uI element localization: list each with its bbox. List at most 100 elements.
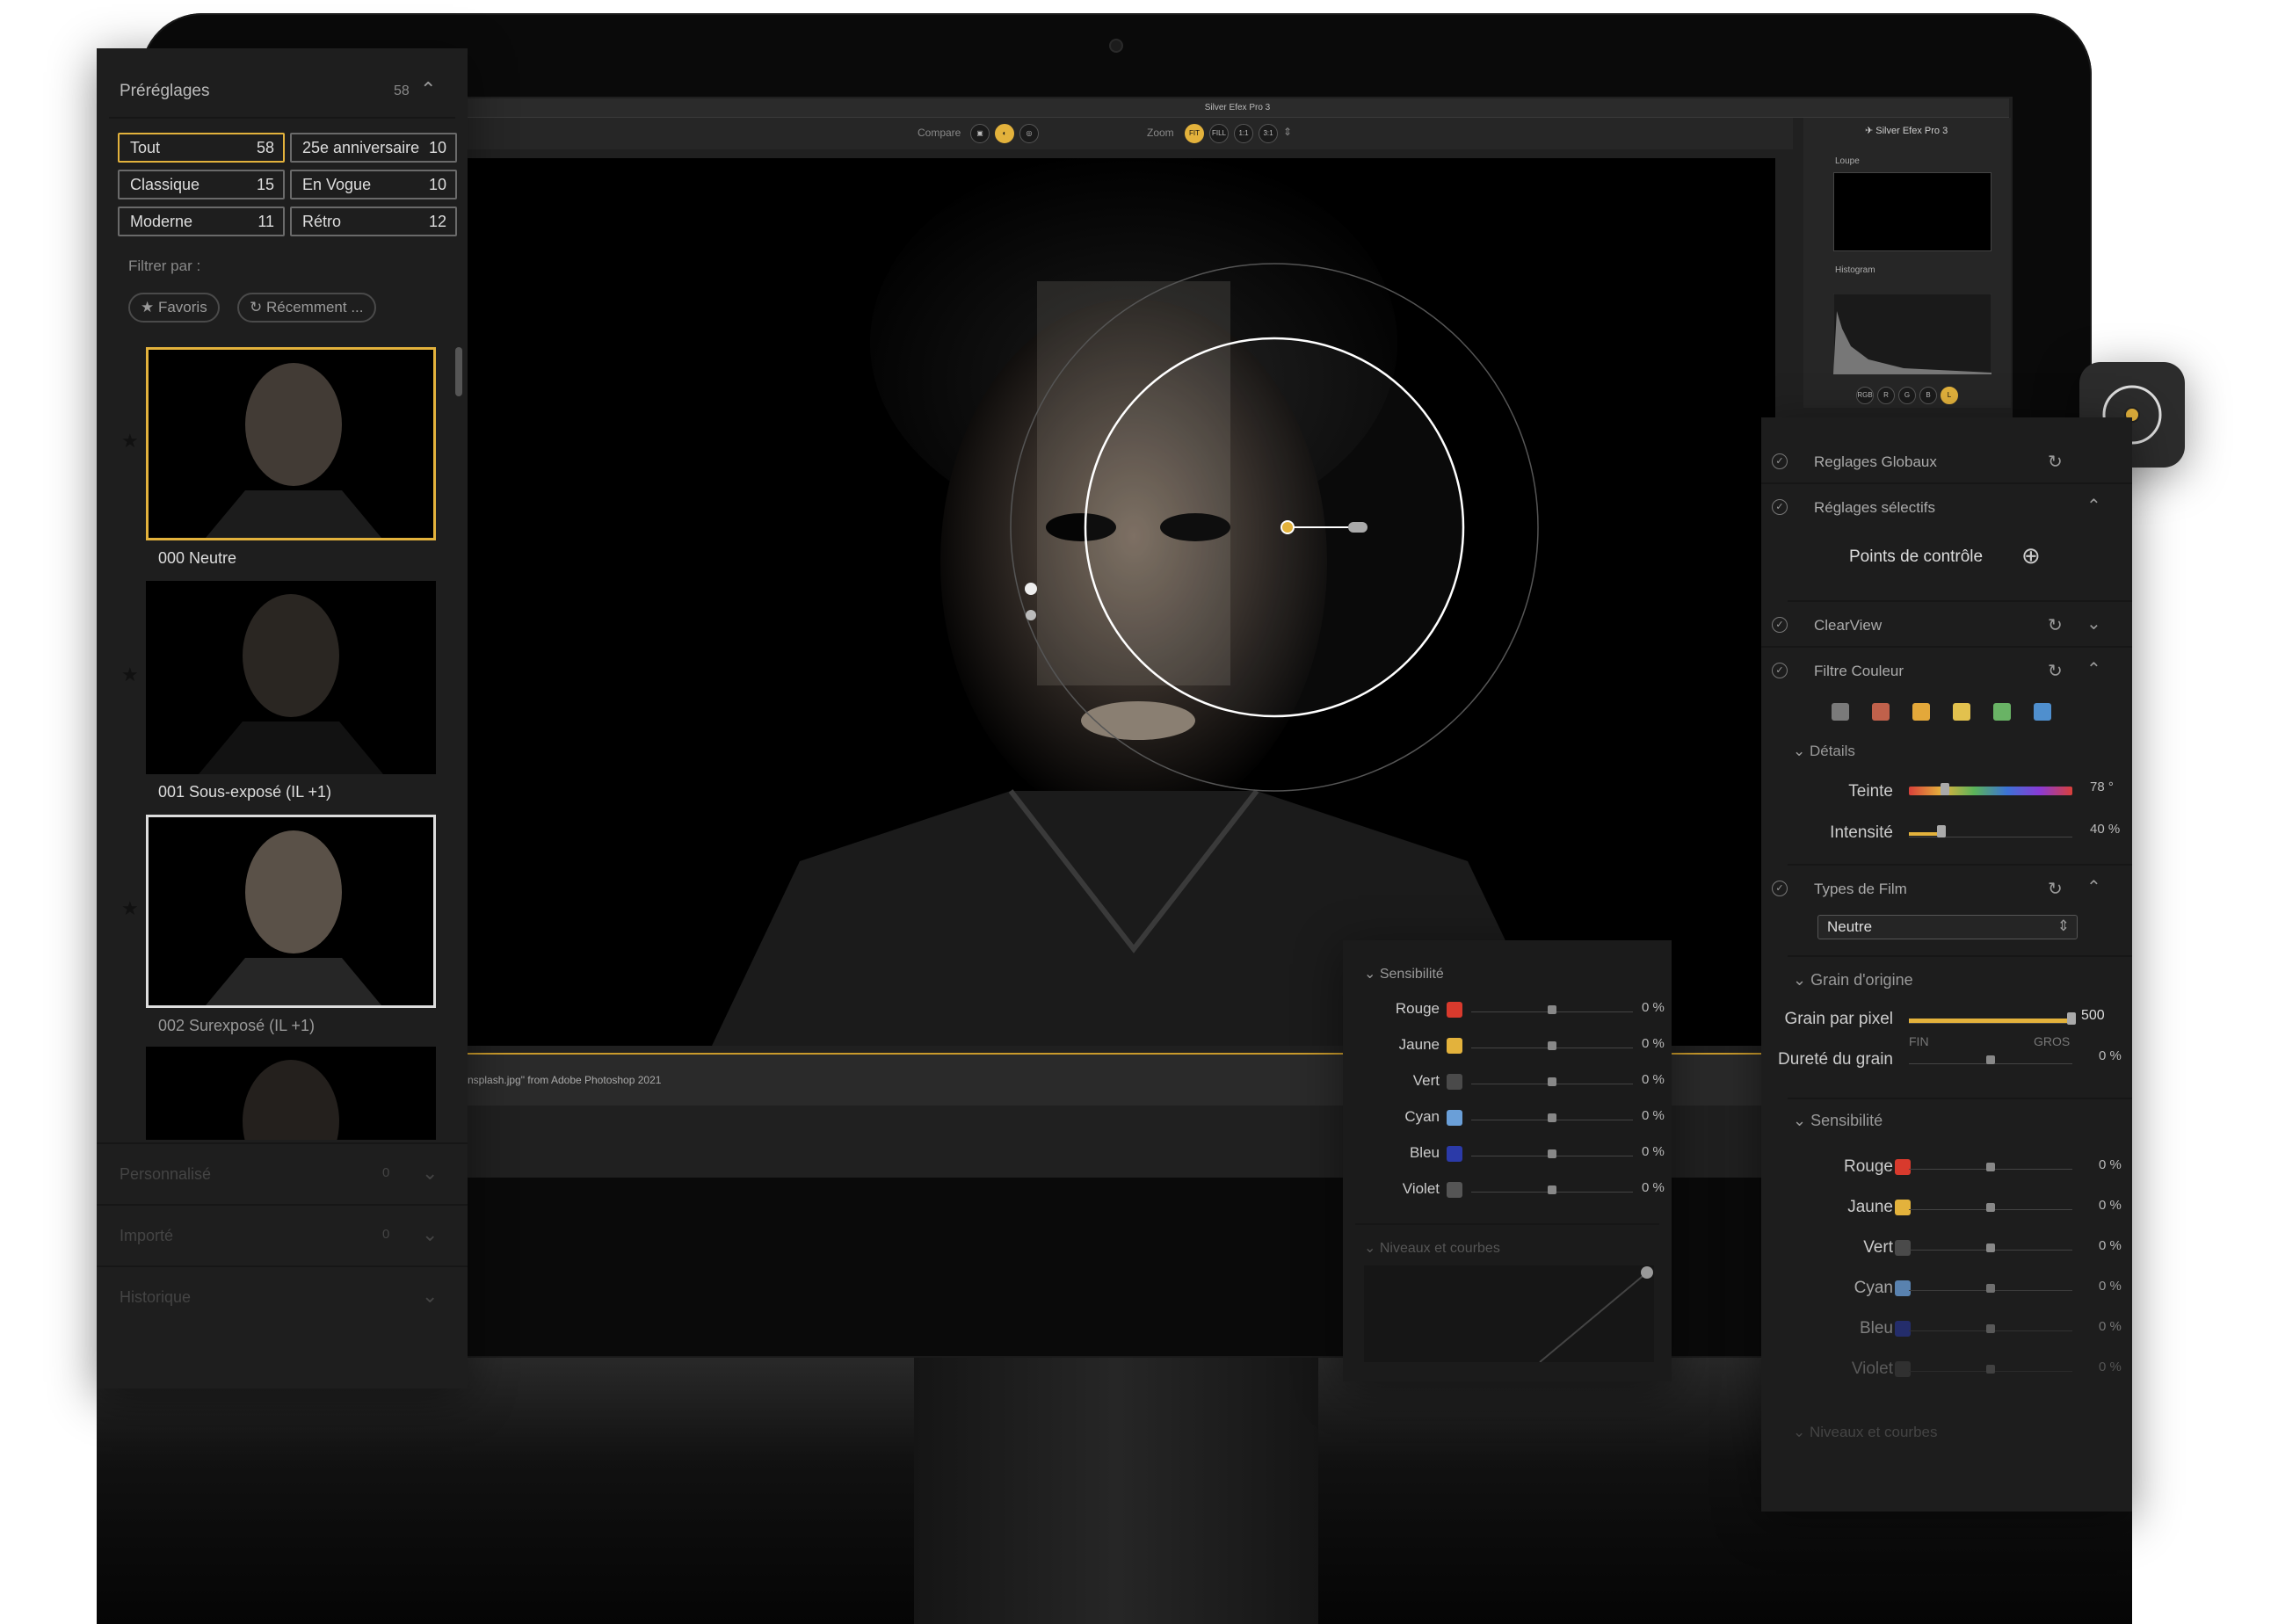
channel-slider[interactable] xyxy=(1471,1184,1633,1194)
collapse-icon[interactable]: ⌃ xyxy=(2086,658,2101,680)
color-filter-swatch[interactable] xyxy=(1993,703,2011,721)
section-clearview[interactable]: ✓ ClearView ↻ ⌄ xyxy=(1761,604,2132,648)
channel-slider[interactable] xyxy=(1909,1363,2072,1374)
compare-original-button[interactable]: ◎ xyxy=(1019,124,1039,143)
histogram-channel-button[interactable]: L xyxy=(1941,387,1958,404)
preset-category[interactable]: En Vogue 10 xyxy=(290,170,457,199)
preset-section[interactable]: Importé 0 ⌄ xyxy=(97,1204,468,1264)
compare-side-button[interactable]: ◐ xyxy=(995,124,1014,143)
color-filter-swatch[interactable] xyxy=(1872,703,1890,721)
film-type-select[interactable]: Neutre ⇕ xyxy=(1817,915,2078,939)
control-point-center[interactable] xyxy=(1280,520,1295,534)
photo-canvas[interactable] xyxy=(466,158,1775,1046)
levels-toggle[interactable]: ⌄ Niveaux et courbes xyxy=(1793,1424,1938,1441)
zoom-fill-button[interactable]: FILL xyxy=(1209,124,1229,143)
levels-panel-toggle[interactable]: ⌄ Niveaux et courbes xyxy=(1364,1239,1500,1257)
tint-slider-knob[interactable] xyxy=(1940,783,1949,795)
channel-slider-knob[interactable] xyxy=(1548,1005,1556,1014)
preset-category[interactable]: Moderne 11 xyxy=(118,207,285,236)
checkbox-icon[interactable]: ✓ xyxy=(1772,453,1788,469)
grain-hardness-slider[interactable] xyxy=(1909,1055,2072,1064)
favorite-star-icon[interactable]: ★ xyxy=(121,430,139,453)
reset-icon[interactable]: ↻ xyxy=(2048,451,2063,473)
zoom-3-1-button[interactable]: 3:1 xyxy=(1259,124,1278,143)
channel-slider[interactable] xyxy=(1909,1242,2072,1252)
channel-slider-knob[interactable] xyxy=(1548,1113,1556,1122)
color-filter-swatch[interactable] xyxy=(1953,703,1970,721)
checkbox-icon[interactable]: ✓ xyxy=(1772,881,1788,896)
zoom-stepper-icon[interactable]: ⇕ xyxy=(1283,126,1292,138)
channel-slider-knob[interactable] xyxy=(1986,1203,1995,1212)
collapse-icon[interactable]: ⌃ xyxy=(2086,876,2101,898)
histogram-channel-button[interactable]: B xyxy=(1919,387,1937,404)
channel-slider[interactable] xyxy=(1471,1076,1633,1086)
add-control-point-icon[interactable]: ⊕ xyxy=(2021,542,2041,569)
checkbox-icon[interactable]: ✓ xyxy=(1772,499,1788,515)
preset-thumbnail[interactable] xyxy=(146,347,436,540)
grain-per-pixel-slider[interactable] xyxy=(1909,1012,2076,1025)
channel-slider-knob[interactable] xyxy=(1548,1077,1556,1086)
channel-slider-knob[interactable] xyxy=(1986,1243,1995,1252)
intensity-slider[interactable] xyxy=(1909,825,2072,837)
collapse-presets-icon[interactable]: ⌃ xyxy=(420,78,436,101)
loupe-view[interactable] xyxy=(1833,172,1991,251)
preset-section[interactable]: Personnalisé 0 ⌄ xyxy=(97,1142,468,1202)
checkbox-icon[interactable]: ✓ xyxy=(1772,663,1788,678)
color-filter-swatch[interactable] xyxy=(1832,703,1849,721)
channel-slider[interactable] xyxy=(1471,1040,1633,1050)
channel-slider[interactable] xyxy=(1909,1161,2072,1171)
expand-icon[interactable]: ⌄ xyxy=(2086,613,2101,634)
sensitivity-toggle[interactable]: ⌄ Sensibilité xyxy=(1793,1112,1883,1130)
histogram-channel-button[interactable]: G xyxy=(1898,387,1916,404)
channel-slider[interactable] xyxy=(1471,1004,1633,1014)
checkbox-icon[interactable]: ✓ xyxy=(1772,617,1788,633)
grain-slider-knob[interactable] xyxy=(2067,1012,2076,1025)
filter-recent[interactable]: ↻ Récemment ... xyxy=(237,293,376,323)
zoom-1-1-button[interactable]: 1:1 xyxy=(1234,124,1253,143)
preset-category[interactable]: 25e anniversaire 10 xyxy=(290,133,457,163)
control-point-circle[interactable] xyxy=(1084,337,1465,718)
grain-toggle[interactable]: ⌄ Grain d'origine xyxy=(1793,971,1913,990)
channel-slider-knob[interactable] xyxy=(1548,1185,1556,1194)
control-point-marker[interactable] xyxy=(1026,610,1036,620)
collapse-icon[interactable]: ⌃ xyxy=(2086,495,2101,517)
channel-slider[interactable] xyxy=(1909,1323,2072,1333)
favorite-star-icon[interactable]: ★ xyxy=(121,897,139,920)
intensity-slider-knob[interactable] xyxy=(1937,825,1947,837)
channel-slider[interactable] xyxy=(1471,1148,1633,1158)
reset-icon[interactable]: ↻ xyxy=(2048,878,2063,900)
channel-slider-knob[interactable] xyxy=(1548,1149,1556,1158)
section-selective[interactable]: ✓ Réglages sélectifs ⌃ xyxy=(1761,486,2132,530)
preset-category[interactable]: Tout 58 xyxy=(118,133,285,163)
preset-thumbnail[interactable] xyxy=(146,581,436,774)
channel-slider[interactable] xyxy=(1909,1282,2072,1293)
curves-chart[interactable] xyxy=(1364,1265,1654,1362)
channel-slider[interactable] xyxy=(1909,1201,2072,1212)
reset-icon[interactable]: ↻ xyxy=(2048,660,2063,682)
reset-icon[interactable]: ↻ xyxy=(2048,614,2063,636)
favorite-star-icon[interactable]: ★ xyxy=(121,663,139,686)
channel-slider-knob[interactable] xyxy=(1986,1163,1995,1171)
zoom-fit-button[interactable]: FIT xyxy=(1185,124,1204,143)
preset-category[interactable]: Rétro 12 xyxy=(290,207,457,236)
channel-slider-knob[interactable] xyxy=(1986,1324,1995,1333)
tint-slider[interactable] xyxy=(1909,783,2072,795)
preset-thumbnail[interactable] xyxy=(146,815,436,1008)
presets-scrollbar[interactable] xyxy=(455,347,462,396)
channel-slider-knob[interactable] xyxy=(1986,1365,1995,1374)
histogram-channel-button[interactable]: R xyxy=(1877,387,1895,404)
control-point-marker[interactable] xyxy=(1025,583,1037,595)
preset-thumbnail[interactable] xyxy=(146,1047,436,1140)
channel-slider-knob[interactable] xyxy=(1548,1041,1556,1050)
histogram-channel-button[interactable]: RGB xyxy=(1856,387,1874,404)
compare-split-button[interactable]: ▣ xyxy=(970,124,990,143)
grain-hardness-knob[interactable] xyxy=(1986,1055,1995,1064)
channel-slider[interactable] xyxy=(1471,1112,1633,1122)
sensitivity-panel-title[interactable]: ⌄ Sensibilité xyxy=(1364,965,1444,982)
curve-handle[interactable] xyxy=(1641,1266,1653,1279)
control-point-size-handle[interactable] xyxy=(1348,522,1368,533)
filter-favorites[interactable]: ★ Favoris xyxy=(128,293,220,323)
details-toggle[interactable]: ⌄ Détails xyxy=(1793,743,1855,760)
channel-slider-knob[interactable] xyxy=(1986,1284,1995,1293)
preset-section[interactable]: Historique ⌄ xyxy=(97,1265,468,1325)
